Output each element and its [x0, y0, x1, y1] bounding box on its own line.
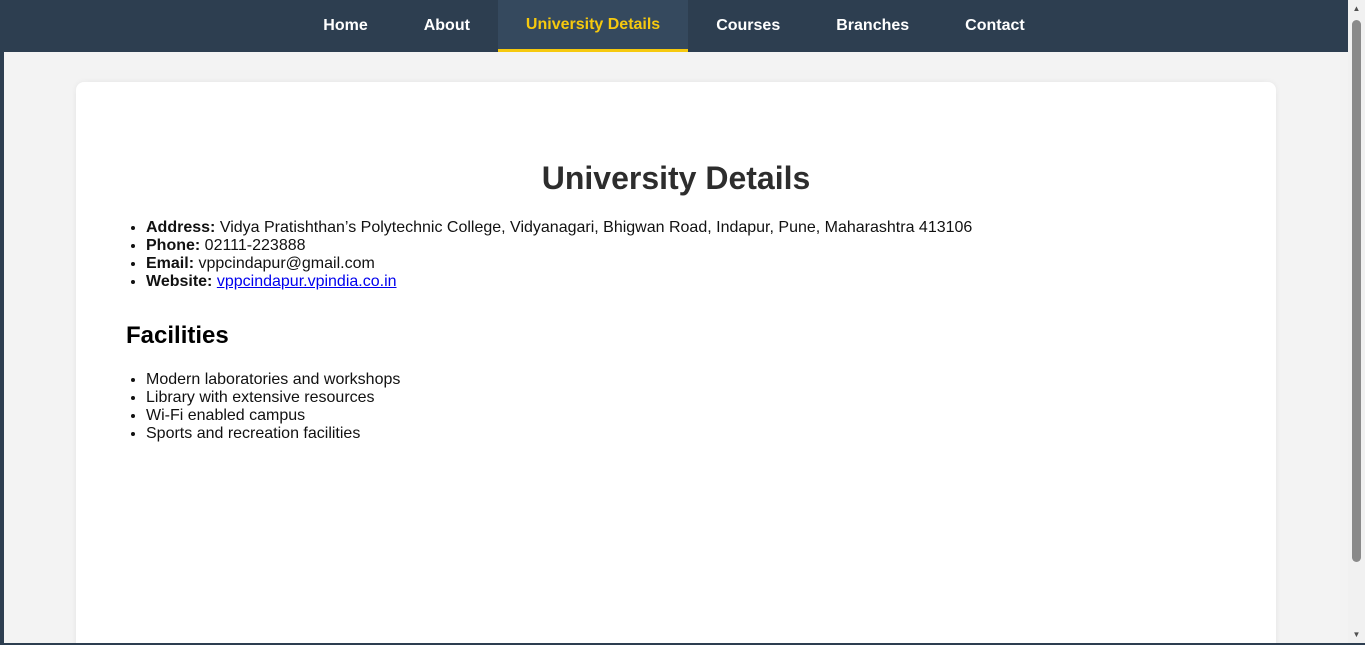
facilities-heading: Facilities	[126, 322, 229, 349]
nav-courses[interactable]: Courses	[688, 0, 808, 52]
detail-label: Address:	[146, 219, 216, 236]
nav-home[interactable]: Home	[295, 0, 395, 52]
list-item: Wi-Fi enabled campus	[146, 407, 400, 425]
detail-website: Website: vppcindapur.vpindia.co.in	[146, 273, 972, 291]
vertical-scrollbar[interactable]: ▲ ▼	[1348, 0, 1365, 645]
detail-label: Phone:	[146, 237, 201, 254]
page-title: University Details	[541, 160, 811, 196]
nav-university-details[interactable]: University Details	[497, 0, 689, 52]
scrollbar-thumb[interactable]	[1352, 20, 1361, 562]
detail-address: Address: Vidya Pratishthan’s Polytechnic…	[146, 219, 972, 237]
detail-value: 02111-223888	[204, 237, 306, 254]
chevron-down-icon[interactable]: ▼	[1348, 626, 1365, 643]
website-link[interactable]: vppcindapur.vpindia.co.in	[217, 273, 397, 290]
nav-contact[interactable]: Contact	[937, 0, 1053, 52]
list-item: Sports and recreation facilities	[146, 425, 400, 443]
detail-value: vppcindapur@gmail.com	[198, 255, 375, 272]
content-card: University Details Address: Vidya Pratis…	[76, 82, 1276, 645]
detail-phone: Phone: 02111-223888	[146, 237, 972, 255]
top-navbar: Home About University Details Courses Br…	[0, 0, 1348, 52]
chevron-up-icon[interactable]: ▲	[1348, 0, 1365, 17]
detail-label: Website:	[146, 273, 213, 290]
list-item: Library with extensive resources	[146, 389, 400, 407]
detail-value: Vidya Pratishthan’s Polytechnic College,…	[219, 219, 973, 236]
list-item: Modern laboratories and workshops	[146, 371, 400, 389]
detail-email: Email: vppcindapur@gmail.com	[146, 255, 972, 273]
nav-branches[interactable]: Branches	[808, 0, 937, 52]
detail-label: Email:	[146, 255, 195, 272]
window-edge-left	[0, 0, 4, 645]
nav-about[interactable]: About	[396, 0, 498, 52]
facilities-list: Modern laboratories and workshops Librar…	[126, 371, 400, 443]
browser-viewport: Home About University Details Courses Br…	[0, 0, 1365, 645]
details-list: Address: Vidya Pratishthan’s Polytechnic…	[126, 219, 972, 291]
